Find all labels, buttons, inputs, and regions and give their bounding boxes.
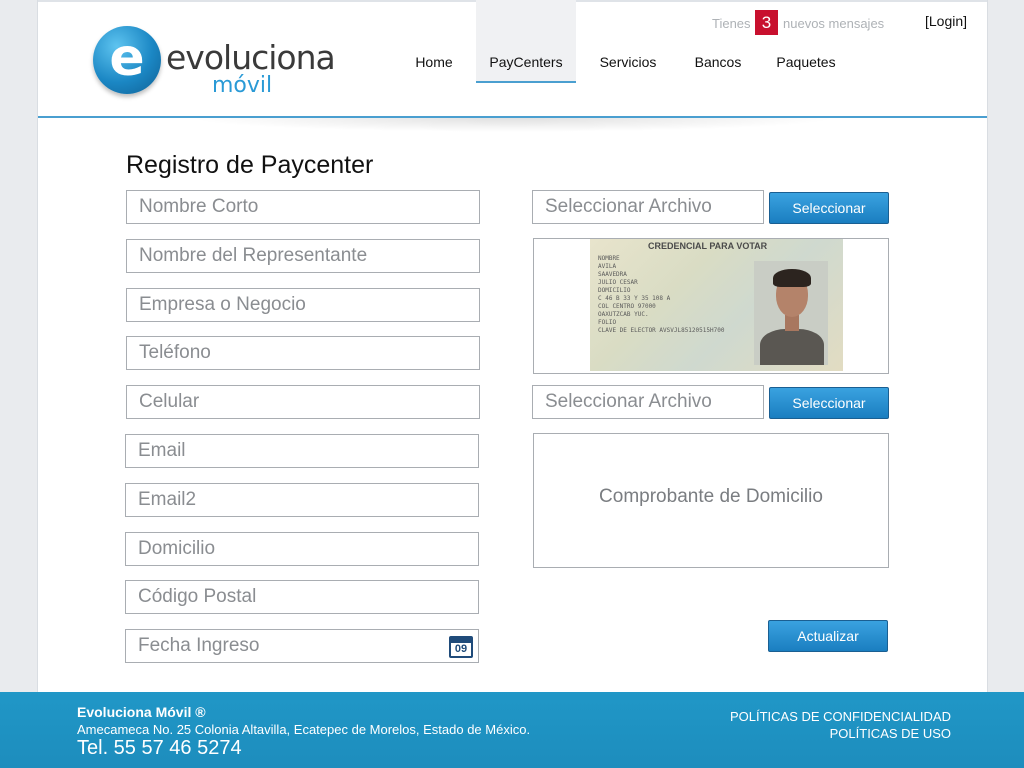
- page-title: Registro de Paycenter: [126, 151, 374, 179]
- id-card-line: COL CENTRO 97000: [598, 303, 656, 310]
- id-card-line: JULIO CESAR: [598, 279, 638, 286]
- header-shadow: [188, 118, 838, 132]
- id-select-button[interactable]: Seleccionar: [769, 192, 889, 224]
- telefono-input[interactable]: [126, 336, 480, 370]
- login-link[interactable]: [Login]: [925, 13, 967, 29]
- domicilio-file-input[interactable]: [532, 385, 764, 419]
- id-card-line: FOLIO: [598, 319, 617, 326]
- nav-paycenters[interactable]: PayCenters: [476, 0, 576, 83]
- nav-servicios[interactable]: Servicios: [590, 0, 666, 81]
- celular-input[interactable]: [126, 385, 480, 419]
- id-card-line: SAAVEDRA: [598, 271, 627, 278]
- id-card-line: AVILA: [598, 263, 617, 270]
- id-card-line: CLAVE DE ELECTOR AVSVJL85120515H700: [598, 327, 725, 334]
- footer-terms-link[interactable]: POLÍTICAS DE USO: [830, 726, 951, 741]
- id-card-line: DOMICILIO: [598, 287, 631, 294]
- logo-subtitle: móvil: [212, 73, 273, 98]
- page-container: e evoluciona móvil Tienes 3 nuevos mensa…: [37, 0, 988, 692]
- footer: Evoluciona Móvil ® Amecameca No. 25 Colo…: [0, 692, 1024, 768]
- logo-icon: e: [93, 26, 161, 94]
- id-card-line: C 46 B 33 Y 35 108 A: [598, 295, 671, 302]
- header: e evoluciona móvil Tienes 3 nuevos mensa…: [38, 0, 987, 118]
- logo-letter: e: [109, 28, 145, 88]
- empresa-input[interactable]: [126, 288, 480, 322]
- footer-company: Evoluciona Móvil ®: [77, 704, 206, 720]
- calendar-icon[interactable]: 09: [449, 636, 473, 658]
- id-card-header: CREDENCIAL PARA VOTAR: [648, 241, 768, 251]
- footer-address: Amecameca No. 25 Colonia Altavilla, Ecat…: [77, 722, 531, 737]
- footer-privacy-link[interactable]: POLÍTICAS DE CONFIDENCIALIDAD: [730, 709, 951, 724]
- id-preview: CREDENCIAL PARA VOTAR NOMBRE AVILA SAAVE…: [533, 238, 889, 374]
- id-file-input[interactable]: [532, 190, 764, 224]
- logo[interactable]: e evoluciona móvil: [93, 26, 336, 98]
- nav-bancos[interactable]: Bancos: [684, 0, 752, 81]
- nav-home[interactable]: Home: [402, 0, 466, 81]
- nombre-corto-input[interactable]: [126, 190, 480, 224]
- actualizar-button[interactable]: Actualizar: [768, 620, 888, 652]
- footer-phone: Tel. 55 57 46 5274: [77, 737, 242, 759]
- email-input[interactable]: [125, 434, 479, 468]
- id-card-photo: [754, 261, 828, 365]
- email2-input[interactable]: [125, 483, 479, 517]
- logo-wordmark: evoluciona: [166, 38, 336, 77]
- fecha-ingreso-input[interactable]: [125, 629, 479, 663]
- domicilio-select-button[interactable]: Seleccionar: [769, 387, 889, 419]
- domicilio-placeholder-label: Comprobante de Domicilio: [599, 486, 823, 507]
- nav-paquetes[interactable]: Paquetes: [768, 0, 844, 81]
- id-card-image: CREDENCIAL PARA VOTAR NOMBRE AVILA SAAVE…: [590, 239, 843, 371]
- id-card-line: NOMBRE: [598, 255, 620, 262]
- id-card-line: OAXUTZCAB YUC.: [598, 311, 649, 318]
- calendar-icon-day: 09: [454, 643, 468, 655]
- domicilio-preview: Comprobante de Domicilio: [533, 433, 889, 568]
- codigo-postal-input[interactable]: [125, 580, 479, 614]
- nombre-representante-input[interactable]: [126, 239, 480, 273]
- domicilio-input[interactable]: [125, 532, 479, 566]
